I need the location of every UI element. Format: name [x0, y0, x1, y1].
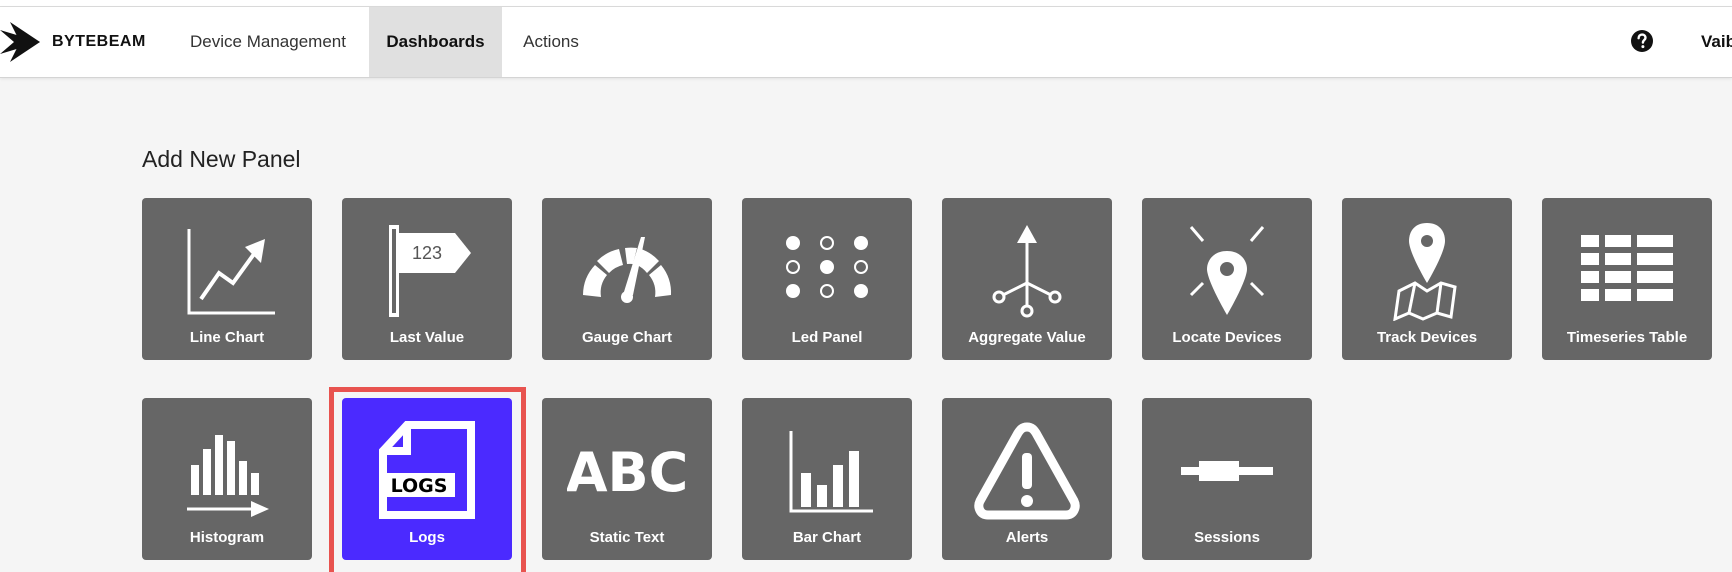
tile-label: Line Chart — [189, 329, 265, 346]
bytebeam-logo-icon — [0, 22, 40, 62]
icon-value-text: 123 — [412, 243, 442, 263]
table-icon — [1581, 235, 1673, 301]
sessions-line-icon — [1181, 461, 1273, 481]
tile-histogram[interactable]: Histogram — [142, 398, 312, 560]
tile-label: Aggregate Value — [968, 329, 1086, 346]
question-circle-icon[interactable] — [1630, 29, 1654, 53]
top-border — [0, 0, 1732, 7]
tile-label: Sessions — [1194, 529, 1260, 546]
map-pin-icon — [1189, 226, 1265, 315]
tile-label: Locate Devices — [1172, 329, 1282, 346]
tile-static-text[interactable]: ABC Static Text — [542, 398, 712, 560]
tile-aggregate-value[interactable]: Aggregate Value — [942, 198, 1112, 360]
histogram-icon — [187, 435, 269, 517]
tile-last-value[interactable]: 123 Last Value — [342, 198, 512, 360]
selection-highlight — [329, 387, 526, 572]
tile-label: Timeseries Table — [1566, 329, 1688, 346]
user-menu[interactable]: Vaib — [1701, 7, 1732, 77]
tile-label: Bar Chart — [792, 529, 862, 546]
tile-sessions[interactable]: Sessions — [1142, 398, 1312, 560]
tile-label: Gauge Chart — [581, 329, 672, 346]
tile-alerts[interactable]: Alerts — [942, 398, 1112, 560]
icon-abc-text: ABC — [567, 441, 687, 504]
tile-gauge-chart[interactable]: Gauge Chart — [542, 198, 712, 360]
tile-label: Track Devices — [1376, 329, 1478, 346]
tile-label: Histogram — [189, 529, 265, 546]
tile-label: Alerts — [1005, 529, 1049, 546]
tile-locate-devices[interactable]: Locate Devices — [1142, 198, 1312, 360]
tile-label: Led Panel — [791, 329, 863, 346]
add-new-panel-title: Add New Panel — [142, 146, 301, 172]
nav-actions[interactable]: Actions — [506, 7, 596, 77]
tile-timeseries-table[interactable]: Timeseries Table — [1542, 198, 1712, 360]
tile-line-chart[interactable]: Line Chart — [142, 198, 312, 360]
tile-led-panel[interactable]: Led Panel — [742, 198, 912, 360]
brand-logo[interactable]: BYTEBEAM — [0, 21, 150, 63]
map-track-icon — [1393, 223, 1457, 321]
gauge-icon — [583, 237, 672, 303]
tile-label: Last Value — [389, 329, 465, 346]
abc-text-icon: ABC — [567, 441, 687, 504]
line-chart-icon — [187, 229, 275, 315]
nav-device-management[interactable]: Device Management — [168, 7, 368, 77]
led-grid-icon — [786, 236, 868, 298]
aggregate-arrow-icon — [992, 225, 1062, 318]
brand-name: BYTEBEAM — [52, 33, 146, 50]
alert-triangle-icon — [974, 422, 1080, 520]
last-value-flag-icon: 123 — [389, 225, 471, 317]
bar-chart-icon — [789, 431, 873, 513]
top-navbar: BYTEBEAM Device Management Dashboards Ac… — [0, 7, 1732, 78]
nav-dashboards[interactable]: Dashboards — [369, 7, 502, 77]
tile-track-devices[interactable]: Track Devices — [1342, 198, 1512, 360]
tile-label: Static Text — [589, 529, 665, 546]
tile-bar-chart[interactable]: Bar Chart — [742, 398, 912, 560]
